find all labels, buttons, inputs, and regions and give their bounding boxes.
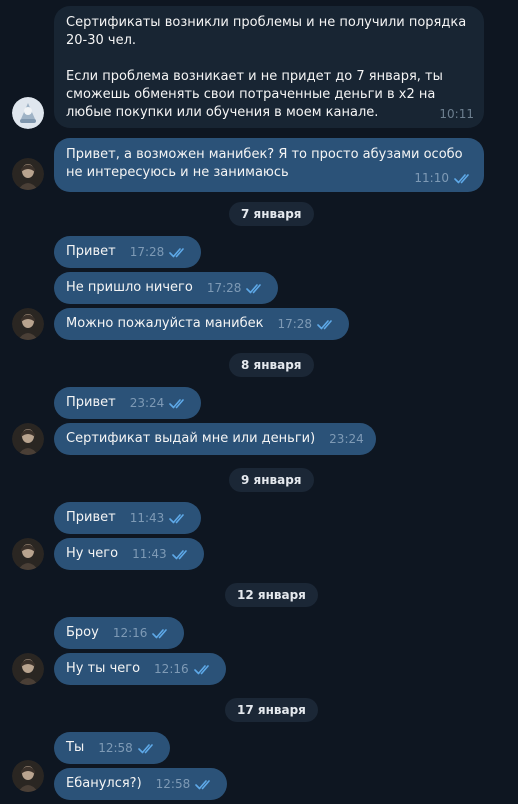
outgoing-message[interactable]: Ну ты чего 12:16 xyxy=(54,653,226,685)
double-check-icon xyxy=(169,398,185,408)
message-text: Привет xyxy=(66,510,116,525)
date-separator: 17 января xyxy=(225,698,318,722)
message-time: 12:58 xyxy=(98,741,133,755)
outgoing-message[interactable]: Привет 23:24 xyxy=(54,387,202,419)
my-avatar[interactable] xyxy=(12,653,44,685)
double-check-icon xyxy=(138,743,153,753)
double-check-icon xyxy=(152,628,168,638)
my-avatar-image xyxy=(12,158,44,190)
my-avatar[interactable] xyxy=(12,423,44,455)
message-time: 17:28 xyxy=(129,245,165,259)
message-text: Привет, а возможен манибек? Я то просто … xyxy=(66,147,467,180)
date-separator: 9 января xyxy=(229,468,314,492)
message-text: Ну ты чего xyxy=(66,661,141,676)
outgoing-message[interactable]: Привет 11:43 xyxy=(54,502,202,534)
message-text: Ты xyxy=(66,740,85,755)
outgoing-message[interactable]: Ебанулся?) 12:58 xyxy=(54,768,228,800)
message-text: Ебанулся?) xyxy=(66,776,142,791)
date-separator: 12 января xyxy=(225,583,318,607)
double-check-icon xyxy=(193,664,209,674)
message-text: Привет xyxy=(66,395,116,410)
message-time: 11:43 xyxy=(129,511,165,525)
message-time: 17:28 xyxy=(206,281,242,295)
contact-avatar[interactable] xyxy=(12,97,44,129)
double-check-icon xyxy=(195,779,211,789)
message-time: 23:24 xyxy=(329,432,364,446)
message-time: 23:24 xyxy=(129,396,165,410)
date-separator: 8 января xyxy=(229,353,314,377)
incoming-message[interactable]: Сертификаты возникли проблемы и не получ… xyxy=(54,6,484,128)
outgoing-message[interactable]: Броу 12:16 xyxy=(54,617,185,649)
message-text: Сертификат выдай мне или деньги) xyxy=(66,431,316,446)
double-check-icon xyxy=(171,549,187,559)
message-time: 11:10 xyxy=(414,171,449,185)
message-time: 11:43 xyxy=(132,547,167,561)
double-check-icon xyxy=(317,319,332,329)
double-check-icon xyxy=(169,513,185,523)
message-text: Броу xyxy=(66,625,99,640)
message-text: Сертификаты возникли проблемы и не получ… xyxy=(66,15,467,120)
double-check-icon xyxy=(454,173,469,183)
my-avatar[interactable] xyxy=(12,158,44,190)
message-time: 12:58 xyxy=(155,777,191,791)
message-time: 12:16 xyxy=(112,626,148,640)
outgoing-message[interactable]: Ну чего 11:43 xyxy=(54,538,204,570)
outgoing-message[interactable]: Ты 12:58 xyxy=(54,732,170,764)
outgoing-message[interactable]: Привет, а возможен манибек? Я то просто … xyxy=(54,138,484,192)
contact-avatar-image xyxy=(12,97,44,129)
my-avatar-image xyxy=(12,760,44,792)
message-text: Привет xyxy=(66,244,116,259)
my-avatar-image xyxy=(12,423,44,455)
date-separator: 7 января xyxy=(229,202,314,226)
outgoing-message[interactable]: Привет 17:28 xyxy=(54,236,202,268)
double-check-icon xyxy=(169,247,185,257)
my-avatar-image xyxy=(12,653,44,685)
double-check-icon xyxy=(246,283,262,293)
message-text: Не пришло ничего xyxy=(66,280,193,295)
message-text: Ну чего xyxy=(66,546,119,561)
outgoing-message[interactable]: Можно пожалуйста манибек 17:28 xyxy=(54,308,350,340)
my-avatar-image xyxy=(12,308,44,340)
chat-history[interactable]: Сертификаты возникли проблемы и не получ… xyxy=(0,0,518,804)
my-avatar[interactable] xyxy=(12,308,44,340)
my-avatar[interactable] xyxy=(12,538,44,570)
outgoing-message[interactable]: Не пришло ничего 17:28 xyxy=(54,272,279,304)
message-time: 12:16 xyxy=(154,662,189,676)
outgoing-message[interactable]: Сертификат выдай мне или деньги) 23:24 xyxy=(54,423,376,455)
message-time: 10:11 xyxy=(439,107,474,121)
message-time: 17:28 xyxy=(277,317,313,331)
my-avatar-image xyxy=(12,538,44,570)
my-avatar[interactable] xyxy=(12,760,44,792)
message-text: Можно пожалуйста манибек xyxy=(66,316,264,331)
